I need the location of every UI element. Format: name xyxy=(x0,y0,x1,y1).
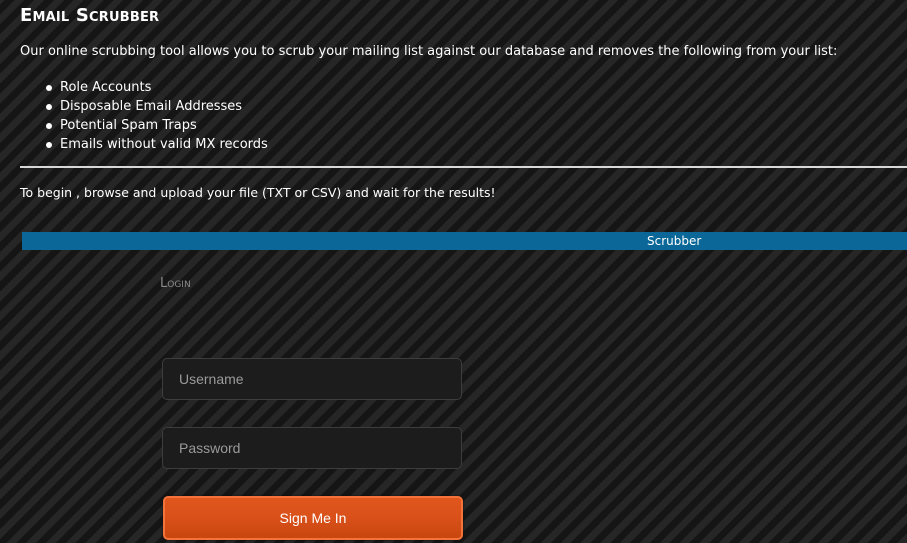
feature-label: Emails without valid MX records xyxy=(60,137,268,152)
feature-label: Potential Spam Traps xyxy=(60,118,197,133)
feature-item-spam-traps: Potential Spam Traps xyxy=(20,116,268,135)
scrubber-bar-label: Scrubber xyxy=(647,234,702,248)
login-heading: Login xyxy=(160,276,191,291)
intro-text: Our online scrubbing tool allows you to … xyxy=(20,44,838,59)
instructions-text: To begin , browse and upload your file (… xyxy=(20,185,496,200)
scrubber-bar: Scrubber xyxy=(22,232,907,250)
username-input[interactable] xyxy=(162,358,462,400)
feature-list: Role Accounts Disposable Email Addresses… xyxy=(20,78,268,154)
password-input[interactable] xyxy=(162,427,462,469)
bullet-icon xyxy=(46,123,52,129)
page-title: Email Scrubber xyxy=(20,5,160,26)
bullet-icon xyxy=(46,142,52,148)
feature-item-disposable-emails: Disposable Email Addresses xyxy=(20,97,268,116)
bullet-icon xyxy=(46,85,52,91)
feature-label: Role Accounts xyxy=(60,80,152,95)
feature-label: Disposable Email Addresses xyxy=(60,99,243,114)
divider xyxy=(20,166,907,168)
bullet-icon xyxy=(46,104,52,110)
feature-item-role-accounts: Role Accounts xyxy=(20,78,268,97)
sign-in-button[interactable]: Sign Me In xyxy=(163,496,463,540)
feature-item-invalid-mx: Emails without valid MX records xyxy=(20,135,268,154)
